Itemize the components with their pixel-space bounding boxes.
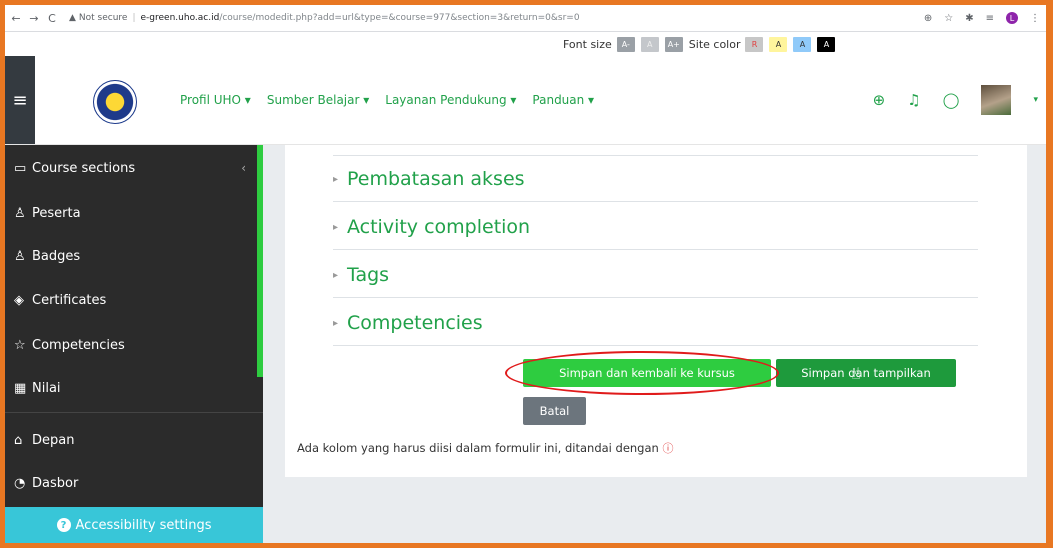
forward-icon[interactable]: → — [27, 12, 41, 25]
save-and-display-button[interactable]: Simpan dan tampilkan — [776, 359, 956, 387]
sidebar-item-label: Depan — [32, 432, 75, 448]
course-sidebar: ▭ Course sections ‹ ♙ Peserta ♙ Badges ◈… — [5, 145, 263, 543]
cancel-button[interactable]: Batal — [523, 397, 586, 425]
required-fields-note: Ada kolom yang harus diisi dalam formuli… — [297, 440, 673, 456]
zoom-icon[interactable]: ⊕ — [924, 13, 932, 24]
help-icon: ? — [56, 518, 71, 532]
caret-right-icon: ▸ — [333, 269, 339, 281]
section-title[interactable]: Tags — [347, 264, 389, 286]
font-decrease-button[interactable]: A- — [616, 36, 635, 52]
address-bar[interactable]: ▲ Not secure | e-green.uho.ac.id /course… — [69, 9, 580, 27]
sidebar-item-label: Dasbor — [32, 475, 79, 491]
menu-panduan[interactable]: Panduan ▾ — [532, 93, 594, 107]
section-title[interactable]: Competencies — [347, 312, 483, 334]
user-avatar[interactable] — [981, 85, 1012, 115]
sidebar-item-depan[interactable]: ⌂ Depan — [14, 429, 254, 451]
sidebar-item-competencies[interactable]: ☆ Competencies — [14, 334, 254, 356]
red-highlight-annotation — [505, 351, 779, 395]
section-competencies[interactable]: ▸ Competencies — [333, 301, 978, 346]
site-color-label: Site color — [688, 37, 741, 51]
notification-bell-icon[interactable]: ♫ — [907, 91, 920, 109]
color-reset-button[interactable]: R — [745, 36, 764, 52]
menu-profil-uho[interactable]: Profil UHO ▾ — [180, 93, 251, 107]
screenshot-frame: ← → C ▲ Not secure | e-green.uho.ac.id /… — [5, 5, 1046, 543]
sidebar-item-dasbor[interactable]: ◔ Dasbor — [14, 472, 254, 494]
sidebar-item-badges[interactable]: ♙ Badges — [14, 245, 254, 267]
star-icon: ☆ — [14, 337, 26, 353]
browser-toolbar: ← → C ▲ Not secure | e-green.uho.ac.id /… — [5, 5, 1046, 32]
not-secure-label: Not secure — [78, 13, 128, 23]
user-menu-chevron-icon[interactable]: ▾ — [1033, 95, 1038, 105]
required-note-text: Ada kolom yang harus diisi dalam formuli… — [297, 441, 659, 455]
caret-right-icon: ▸ — [333, 317, 339, 329]
accessibility-controls: Font size A- A A+ Site color R A A A — [563, 36, 841, 52]
menu-layanan-pendukung[interactable]: Layanan Pendukung ▾ — [385, 93, 516, 107]
sidebar-divider — [5, 412, 263, 413]
sidebar-item-label: Course sections — [32, 160, 136, 176]
color-blue-button[interactable]: A — [793, 36, 812, 52]
section-hidden-above — [333, 111, 978, 156]
sidebar-item-label: Certificates — [32, 292, 107, 308]
sidebar-item-label: Competencies — [32, 337, 125, 353]
bookmark-star-icon[interactable]: ☆ — [944, 13, 953, 24]
extensions-icon[interactable]: ✱ — [965, 13, 973, 24]
language-globe-icon[interactable]: ⊕ — [873, 91, 886, 109]
back-icon[interactable]: ← — [9, 12, 23, 25]
menu-sumber-belajar[interactable]: Sumber Belajar ▾ — [267, 93, 369, 107]
main-content: ▸ Pembatasan akses ▸ Activity completion… — [263, 145, 1046, 543]
folder-icon: ▭ — [14, 160, 27, 176]
section-title[interactable]: Activity completion — [347, 216, 530, 238]
font-increase-button[interactable]: A+ — [664, 36, 683, 52]
certificate-icon: ◈ — [14, 292, 24, 308]
browser-profile-avatar[interactable]: L — [1006, 12, 1018, 24]
font-size-label: Font size — [563, 37, 612, 51]
sidebar-item-certificates[interactable]: ◈ Certificates — [14, 289, 254, 311]
url-host: e-green.uho.ac.id — [140, 13, 220, 23]
font-reset-button[interactable]: A — [640, 36, 659, 52]
accessibility-settings-button[interactable]: ? Accessibility settings — [5, 507, 263, 543]
color-black-button[interactable]: A — [817, 36, 836, 52]
accessibility-toolbar: Font size A- A A+ Site color R A A A — [5, 32, 1046, 56]
section-pembatasan-akses[interactable]: ▸ Pembatasan akses — [333, 157, 978, 202]
home-icon: ⌂ — [14, 432, 23, 448]
hamburger-menu-icon[interactable]: ≡ — [5, 56, 35, 144]
sidebar-item-label: Badges — [32, 248, 81, 264]
caret-right-icon: ▸ — [333, 221, 339, 233]
reading-list-icon[interactable]: ≡ — [986, 13, 994, 24]
people-icon: ♙ — [14, 205, 26, 221]
sidebar-item-course-sections[interactable]: ▭ Course sections ‹ — [14, 157, 254, 179]
reload-icon[interactable]: C — [45, 12, 59, 25]
section-tags[interactable]: ▸ Tags — [333, 253, 978, 298]
badge-icon: ♙ — [14, 248, 26, 264]
grades-icon: ▦ — [14, 380, 27, 396]
sidebar-item-nilai[interactable]: ▦ Nilai — [14, 377, 254, 399]
accessibility-settings-label: Accessibility settings — [75, 517, 212, 533]
messages-icon[interactable]: ◯ — [943, 91, 960, 109]
url-path: /course/modedit.php?add=url&type=&course… — [219, 13, 580, 23]
sidebar-item-label: Peserta — [32, 205, 81, 221]
browser-menu-icon[interactable]: ⋮ — [1030, 13, 1040, 24]
caret-right-icon: ▸ — [333, 173, 339, 185]
sidebar-item-peserta[interactable]: ♙ Peserta — [14, 202, 254, 224]
university-logo[interactable] — [93, 80, 137, 124]
section-activity-completion[interactable]: ▸ Activity completion — [333, 205, 978, 250]
hand-cursor-icon: ☝ — [851, 364, 861, 383]
warning-icon: ▲ — [69, 13, 76, 23]
edit-form-card: ▸ Pembatasan akses ▸ Activity completion… — [285, 145, 1027, 477]
browser-actions: ⊕ ☆ ✱ ≡ L ⋮ — [924, 5, 1040, 31]
chevron-left-icon[interactable]: ‹ — [241, 161, 246, 175]
color-yellow-button[interactable]: A — [769, 36, 788, 52]
section-title[interactable]: Pembatasan akses — [347, 168, 525, 190]
dashboard-icon: ◔ — [14, 475, 26, 491]
sidebar-item-label: Nilai — [32, 380, 61, 396]
required-icon: ⓘ — [662, 442, 674, 455]
address-separator: | — [132, 13, 136, 23]
